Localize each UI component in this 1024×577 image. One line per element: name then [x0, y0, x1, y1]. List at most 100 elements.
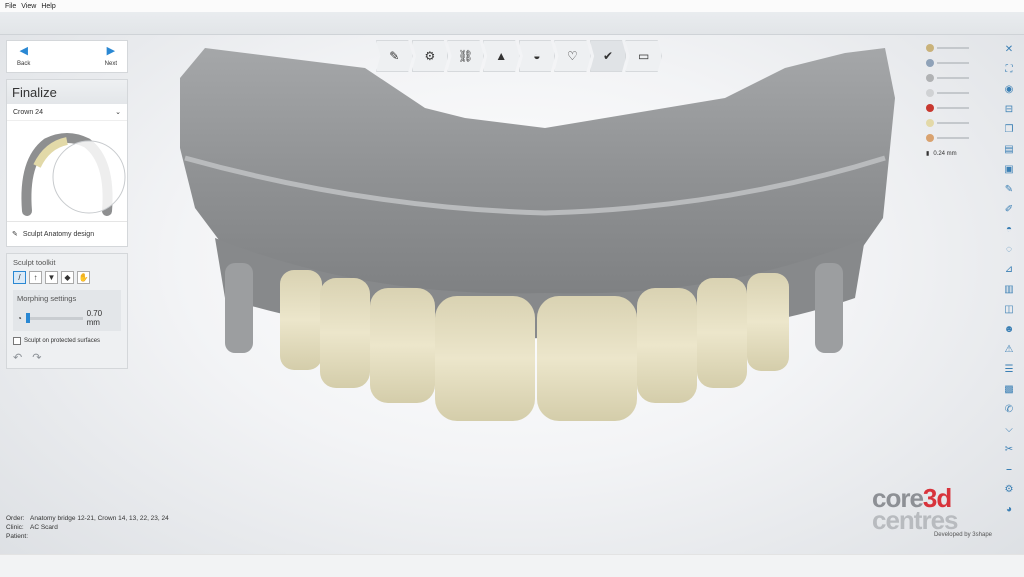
undo-redo: ↶ ↷ [13, 351, 121, 364]
tooth [815, 263, 843, 353]
connector-icon[interactable]: ⛓ [447, 40, 484, 72]
next-label: Next [104, 61, 117, 67]
nav-box: ◀ Back ▶ Next [6, 40, 128, 73]
back-button[interactable]: ◀ Back [17, 45, 31, 68]
right-toolbar: ✕ ⛶ ◉ ⊟ ❐ ▤ ▣ ✎ ✐ ◓ ◌ ⊿ ▥ ◫ ☻ ⚠ ☰ ▩ ✆ ⌵ … [1000, 40, 1018, 519]
tooth [370, 288, 435, 403]
warning-icon[interactable]: ⚠ [1000, 340, 1018, 359]
morph-slider[interactable] [25, 312, 83, 323]
step-panel: Finalize Crown 24 ⌄ ✎ Sculpt Anatomy des… [6, 79, 128, 247]
order-label: Order: [6, 515, 25, 522]
next-button[interactable]: ▶ Next [104, 46, 117, 68]
remove-tool-icon[interactable]: ▼ [45, 271, 58, 284]
visibility-row[interactable] [926, 115, 986, 130]
library-icon[interactable]: ▥ [1000, 280, 1018, 299]
add-tool-icon[interactable]: ↑ [29, 271, 42, 284]
visibility-row[interactable] [926, 70, 986, 85]
finalize-icon[interactable]: ✔ [589, 40, 627, 72]
transparency-slider[interactable] [937, 106, 969, 109]
export-icon[interactable]: ▭ [625, 40, 662, 72]
brush-tool-icon[interactable]: / [13, 271, 26, 284]
watermark-logo: core3d centres Developed by 3shape [872, 485, 992, 538]
photo-icon[interactable]: ▩ [1000, 380, 1018, 399]
thickness-value: 0.24 mm [933, 150, 957, 157]
margin-icon[interactable]: ✎ [376, 40, 413, 72]
sculpt-anatomy-row[interactable]: ✎ Sculpt Anatomy design [7, 221, 127, 246]
clinic-value: AC Scard [30, 524, 58, 531]
transparency-slider[interactable] [937, 136, 969, 139]
visibility-controls: ▮ 0.24 mm [926, 40, 986, 157]
morph-tool-icon[interactable]: ✋ [77, 271, 90, 284]
menu-view[interactable]: View [21, 3, 36, 10]
wax-icon[interactable]: ✐ [1000, 200, 1018, 219]
visibility-row[interactable] [926, 130, 986, 145]
notes-icon[interactable]: ☰ [1000, 360, 1018, 379]
undo-icon[interactable]: ↶ [13, 351, 22, 364]
visibility-row[interactable] [926, 55, 986, 70]
visibility-row[interactable] [926, 85, 986, 100]
menu-help[interactable]: Help [41, 3, 55, 10]
cube-icon[interactable]: ▣ [1000, 160, 1018, 179]
transparency-slider[interactable] [937, 76, 969, 79]
smooth-icon[interactable]: ◌ [1000, 240, 1018, 259]
thickness-row: ▮ 0.24 mm [926, 150, 986, 158]
measure-icon[interactable]: ⊿ [1000, 260, 1018, 279]
tooth [537, 296, 637, 421]
tooth-icon [926, 118, 934, 127]
visibility-row[interactable] [926, 100, 986, 115]
tooth-arch-preview[interactable] [7, 121, 127, 221]
gingiva-icon[interactable]: ⌵ [1000, 420, 1018, 439]
crown-selector[interactable]: Crown 24 ⌄ [7, 104, 127, 121]
visibility-row[interactable] [926, 40, 986, 55]
color-icon[interactable]: ◕ [1000, 500, 1018, 519]
pontic-icon[interactable]: ◒ [518, 40, 556, 72]
section-icon[interactable]: ⊟ [1000, 100, 1018, 119]
sculpt-label: Sculpt Anatomy design [22, 230, 95, 238]
status-bar [0, 554, 1024, 577]
slider-thumb[interactable] [25, 312, 30, 323]
thickness-icon: ▮ [926, 151, 930, 157]
model-icon [926, 43, 934, 52]
face-icon[interactable]: ☻ [1000, 320, 1018, 339]
transparency-slider[interactable] [937, 121, 969, 124]
anatomy-icon[interactable]: ♡ [554, 40, 591, 72]
brush-icon[interactable]: ✎ [1000, 180, 1018, 199]
chat-icon[interactable]: ✆ [1000, 400, 1018, 419]
dental-model-viewport[interactable] [165, 38, 910, 428]
camera-icon[interactable]: ◉ [1000, 80, 1018, 99]
transparency-slider[interactable] [937, 91, 969, 94]
protected-label: Sculpt on protected surfaces [24, 338, 101, 344]
close-icon[interactable]: ✕ [1000, 40, 1018, 59]
smooth-tool-icon[interactable]: ◆ [61, 271, 74, 284]
layer-icon[interactable]: ▤ [1000, 140, 1018, 159]
teeth-icon[interactable]: ◫ [1000, 300, 1018, 319]
copy-icon[interactable]: ❐ [1000, 120, 1018, 139]
protected-checkbox[interactable] [13, 337, 21, 345]
protected-surfaces-row[interactable]: Sculpt on protected surfaces [13, 337, 121, 345]
arch-diagram [21, 133, 126, 216]
back-label: Back [17, 61, 31, 67]
step-title: Finalize [7, 80, 127, 104]
scan-icon [926, 58, 934, 67]
morphing-settings: Morphing settings ◔ 0.70 mm [13, 290, 121, 331]
menu-file[interactable]: File [5, 3, 16, 10]
morph-slider-row: ◔ 0.70 mm [17, 309, 117, 327]
tooth [435, 296, 535, 421]
chevron-down-icon: ⌄ [115, 109, 121, 116]
antagonist-icon [926, 73, 934, 82]
transparency-slider[interactable] [937, 46, 969, 49]
gingiva-icon[interactable]: ▲ [482, 40, 520, 72]
arrow-left-icon: ◀ [19, 45, 28, 57]
order-value: Anatomy bridge 12-21, Crown 14, 13, 22, … [30, 515, 169, 522]
ruler-icon[interactable]: ⎯ [1000, 460, 1018, 479]
redo-icon[interactable]: ↷ [32, 351, 41, 364]
bridge-icon [926, 133, 934, 142]
tooth [637, 288, 697, 403]
fullscreen-icon[interactable]: ⛶ [1000, 60, 1018, 79]
crown-icon[interactable]: ⚙ [411, 40, 449, 72]
morph-title: Morphing settings [17, 294, 77, 303]
scissors-icon[interactable]: ✂ [1000, 440, 1018, 459]
morph-icon[interactable]: ◓ [1000, 220, 1018, 239]
transparency-slider[interactable] [937, 61, 969, 64]
settings-icon[interactable]: ⚙ [1000, 480, 1018, 499]
